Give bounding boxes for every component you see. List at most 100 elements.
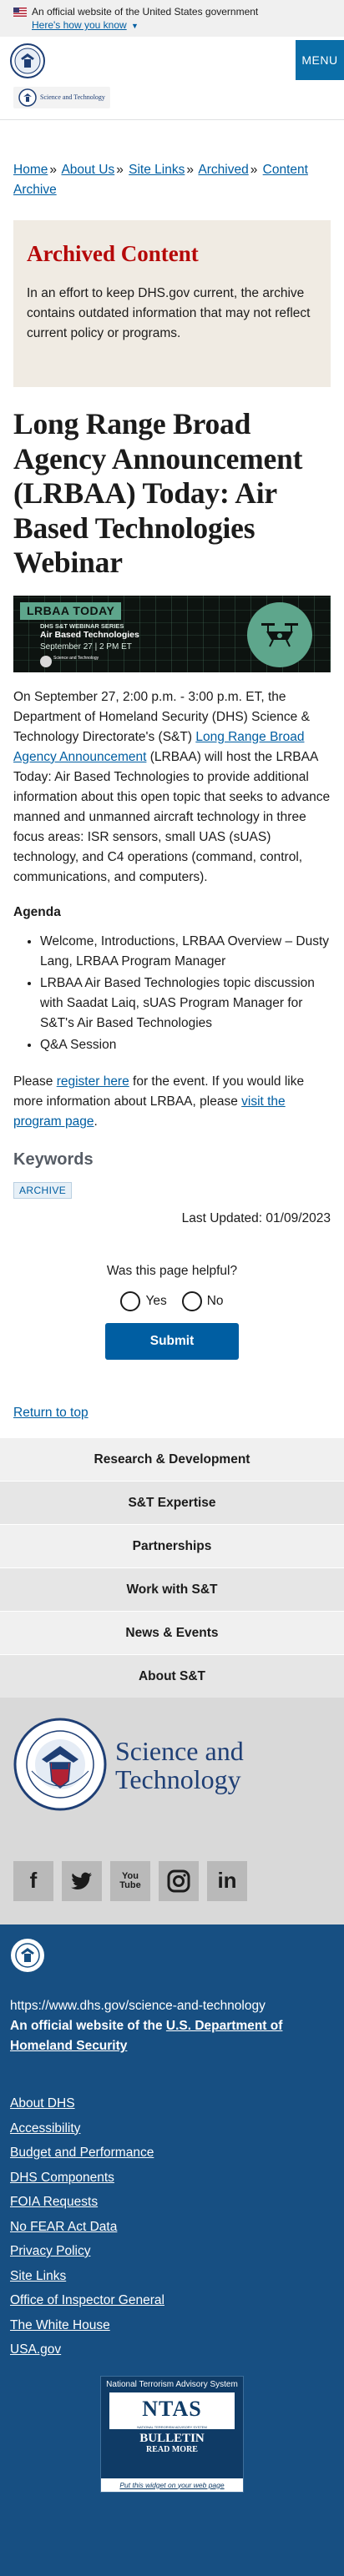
- archived-text: In an effort to keep DHS.gov current, th…: [27, 286, 311, 341]
- st-brand-logo[interactable]: Science and Technology: [13, 87, 110, 108]
- ntas-widget-link[interactable]: Put this widget on your web page: [101, 2478, 243, 2492]
- linkedin-icon[interactable]: in: [207, 1860, 247, 1901]
- radio-no[interactable]: [181, 1291, 202, 1311]
- instagram-icon[interactable]: [159, 1860, 199, 1901]
- footer-nav-partnerships[interactable]: Partnerships: [0, 1523, 344, 1567]
- description-text-continued: (LRBAA) will host the LRBAA Today: Air B…: [13, 749, 331, 884]
- agenda-heading: Agenda: [13, 904, 61, 919]
- return-to-top-link[interactable]: Return to top: [13, 1406, 89, 1420]
- footer-nav-news[interactable]: News & Events: [0, 1610, 344, 1654]
- breadcrumb-separator: »: [49, 163, 57, 177]
- radio-yes[interactable]: [120, 1291, 141, 1311]
- st-name-line1: Science and: [115, 1735, 244, 1766]
- footer-nav-expertise[interactable]: S&T Expertise: [0, 1480, 344, 1524]
- footer-brand: Science and Technology f You Tube in: [0, 1697, 344, 1924]
- archived-heading: Archived Content: [27, 241, 199, 267]
- breadcrumb: Home» About Us» Site Links» Archived» Co…: [0, 120, 344, 200]
- radio-no-label: No: [206, 1294, 224, 1309]
- submit-button[interactable]: Submit: [105, 1322, 239, 1360]
- footer-link-foia[interactable]: FOIA Requests: [10, 2195, 98, 2209]
- facebook-icon[interactable]: f: [13, 1860, 53, 1901]
- dhs-seal-footer-logo[interactable]: [10, 1938, 45, 1973]
- banner-tag: LRBAA TODAY: [20, 601, 122, 620]
- footer-nav: Research & Development S&T Expertise Par…: [0, 1436, 344, 1698]
- agenda-item: Welcome, Introductions, LRBAA Overview –…: [40, 932, 331, 972]
- st-name-logo: Science and Technology: [115, 1735, 244, 1794]
- keywords-heading: Keywords: [13, 1150, 94, 1170]
- banner-series: DHS S&T WEBINAR SERIES: [40, 621, 124, 630]
- dhs-seal-logo[interactable]: [10, 43, 45, 78]
- return-to-top-row: Return to top: [0, 1360, 344, 1422]
- breadcrumb-site-links[interactable]: Site Links: [129, 163, 185, 177]
- footer-link-about-dhs[interactable]: About DHS: [10, 2096, 75, 2111]
- gov-banner: An official website of the United States…: [0, 0, 344, 37]
- breadcrumb-separator: »: [250, 163, 258, 177]
- banner-topic: Air Based Technologies: [40, 630, 139, 641]
- registration-text: Please register here for the event. If y…: [0, 1057, 344, 1132]
- breadcrumb-archived[interactable]: Archived: [198, 163, 248, 177]
- social-links: f You Tube in: [13, 1860, 247, 1901]
- st-brand-text: Science and Technology: [40, 93, 105, 101]
- ntas-widget[interactable]: National Terrorism Advisory System NTAS …: [100, 2375, 244, 2493]
- how-you-know-link[interactable]: Here's how you know: [32, 19, 127, 31]
- feedback-no[interactable]: No: [181, 1291, 224, 1311]
- footer-link-no-fear[interactable]: No FEAR Act Data: [10, 2220, 117, 2234]
- ntas-logo-text: NTAS: [142, 2396, 202, 2421]
- ntas-title: National Terrorism Advisory System: [106, 2379, 238, 2389]
- footer-link-budget[interactable]: Budget and Performance: [10, 2146, 154, 2160]
- banner-details: DHS S&T WEBINAR SERIES Air Based Technol…: [40, 622, 139, 652]
- st-name-line2: Technology: [115, 1763, 241, 1794]
- page-feedback: Was this page helpful? Yes No Submit: [0, 1228, 344, 1360]
- footer-site-url: https://www.dhs.gov/science-and-technolo…: [10, 1998, 266, 2013]
- agenda-list: Welcome, Introductions, LRBAA Overview –…: [0, 922, 344, 1055]
- menu-button[interactable]: MENU: [296, 40, 344, 80]
- registration-text-start: Please: [13, 1074, 57, 1089]
- footer-links: About DHS Accessibility Budget and Perfo…: [0, 2056, 344, 2362]
- feedback-options: Yes No: [0, 1291, 344, 1311]
- registration-text-end: .: [94, 1114, 98, 1130]
- youtube-icon[interactable]: You Tube: [110, 1860, 150, 1901]
- breadcrumb-home[interactable]: Home: [13, 163, 48, 177]
- chevron-down-icon: ▼: [131, 22, 139, 31]
- twitter-icon[interactable]: [62, 1860, 102, 1901]
- register-link[interactable]: register here: [57, 1074, 129, 1089]
- footer-nav-research[interactable]: Research & Development: [0, 1436, 344, 1481]
- ntas-read-more[interactable]: READ MORE: [101, 2445, 243, 2455]
- archived-notice: Archived Content In an effort to keep DH…: [13, 220, 331, 388]
- breadcrumb-separator: »: [186, 163, 194, 177]
- feedback-question: Was this page helpful?: [106, 1264, 238, 1279]
- footer-link-components[interactable]: DHS Components: [10, 2171, 114, 2185]
- footer-link-oig[interactable]: Office of Inspector General: [10, 2293, 164, 2307]
- footer-link-usagov[interactable]: USA.gov: [10, 2342, 61, 2357]
- agenda-item: Q&A Session: [40, 1035, 331, 1055]
- dhs-seal-large-logo[interactable]: [13, 1718, 107, 1811]
- ntas-logo: NTAS NATIONAL TERRORISM ADVISORY SYSTEM: [109, 2392, 235, 2430]
- ntas-logo-small: NATIONAL TERRORISM ADVISORY SYSTEM: [137, 2424, 207, 2429]
- drone-icon: [247, 601, 312, 667]
- webinar-banner-image: LRBAA TODAY DHS S&T WEBINAR SERIES Air B…: [13, 595, 331, 672]
- keyword-tag-archive[interactable]: ARCHIVE: [13, 1182, 73, 1200]
- page-title: Long Range Broad Agency Announcement (LR…: [13, 407, 303, 580]
- breadcrumb-separator: »: [116, 163, 124, 177]
- footer-nav-work-with[interactable]: Work with S&T: [0, 1567, 344, 1611]
- footer-link-site-links[interactable]: Site Links: [10, 2269, 66, 2283]
- banner-logo-text: Science and Technology: [53, 655, 99, 661]
- banner-date: September 27 | 2 PM ET: [40, 642, 132, 652]
- event-description: On September 27, 2:00 p.m. - 3:00 p.m. E…: [0, 672, 344, 888]
- agenda-item: LRBAA Air Based Technologies topic discu…: [40, 974, 331, 1034]
- footer-link-white-house[interactable]: The White House: [10, 2318, 110, 2332]
- last-updated: Last Updated: 01/09/2023: [181, 1211, 331, 1226]
- st-seal-icon: [40, 655, 52, 667]
- feedback-yes[interactable]: Yes: [120, 1291, 167, 1311]
- dhs-seal-icon: [18, 88, 37, 107]
- us-flag-icon: [13, 7, 27, 17]
- official-text: An official website of the: [10, 2019, 166, 2033]
- footer-link-accessibility[interactable]: Accessibility: [10, 2121, 80, 2136]
- footer-nav-about[interactable]: About S&T: [0, 1653, 344, 1698]
- footer-link-privacy[interactable]: Privacy Policy: [10, 2244, 90, 2258]
- footer-official-text: An official website of the U.S. Departme…: [0, 2016, 344, 2056]
- site-footer: https://www.dhs.gov/science-and-technolo…: [0, 1924, 344, 2576]
- radio-yes-label: Yes: [145, 1294, 167, 1309]
- youtube-label: You Tube: [119, 1870, 141, 1890]
- breadcrumb-about-us[interactable]: About Us: [61, 163, 114, 177]
